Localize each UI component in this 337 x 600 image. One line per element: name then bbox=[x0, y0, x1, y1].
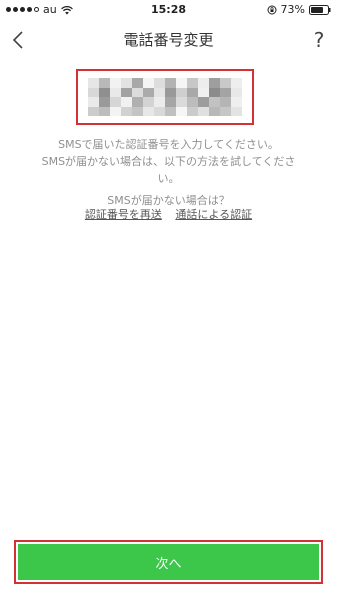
pixel-block bbox=[88, 97, 99, 107]
help-button[interactable]: ? bbox=[307, 26, 331, 54]
pixel-block bbox=[99, 87, 110, 97]
pixel-block bbox=[143, 87, 154, 97]
pixel-block bbox=[143, 78, 154, 88]
instruction-line: SMSで届いた認証番号を入力してください。 bbox=[58, 138, 279, 151]
resend-code-link[interactable]: 認証番号を再送 bbox=[85, 208, 162, 221]
pixel-block bbox=[209, 87, 220, 97]
pixel-block bbox=[231, 106, 242, 116]
pixel-block bbox=[121, 106, 132, 116]
pixel-block bbox=[187, 87, 198, 97]
next-button-highlight: 次へ bbox=[14, 540, 323, 584]
pixel-block bbox=[176, 78, 187, 88]
pixel-block bbox=[88, 78, 99, 88]
pixel-block bbox=[132, 106, 143, 116]
pixel-block bbox=[154, 87, 165, 97]
pixel-block bbox=[99, 78, 110, 88]
pixel-block bbox=[99, 97, 110, 107]
rotation-lock-icon bbox=[267, 5, 277, 14]
pixel-block bbox=[220, 106, 231, 116]
pixel-block bbox=[143, 106, 154, 116]
pixel-block bbox=[88, 87, 99, 97]
pixel-block bbox=[121, 78, 132, 88]
pixel-block bbox=[176, 97, 187, 107]
pixel-block bbox=[110, 106, 121, 116]
pixel-block bbox=[154, 78, 165, 88]
pixel-block bbox=[220, 87, 231, 97]
pixel-block bbox=[132, 87, 143, 97]
pixel-block bbox=[132, 97, 143, 107]
pixel-block bbox=[143, 97, 154, 107]
pixel-block bbox=[187, 78, 198, 88]
pixel-block bbox=[110, 87, 121, 97]
alternate-methods: 認証番号を再送 通話による認証 bbox=[0, 206, 337, 222]
pixel-block bbox=[165, 106, 176, 116]
instruction-line: SMSが届かない場合は、以下の方法を試してくださ bbox=[41, 155, 296, 168]
pixel-block bbox=[165, 97, 176, 107]
pixel-block bbox=[110, 78, 121, 88]
status-bar: au 15:28 73% bbox=[0, 0, 337, 20]
pixel-block bbox=[154, 97, 165, 107]
pixel-block bbox=[176, 87, 187, 97]
pixel-block bbox=[231, 97, 242, 107]
pixel-block bbox=[187, 97, 198, 107]
status-right: 73% bbox=[267, 3, 331, 16]
pixel-block bbox=[220, 97, 231, 107]
page-title: 電話番号変更 bbox=[123, 31, 214, 49]
pixel-block bbox=[121, 87, 132, 97]
pixel-block bbox=[110, 97, 121, 107]
instruction-line: い。 bbox=[157, 172, 180, 185]
pixel-block bbox=[220, 78, 231, 88]
pixel-block bbox=[209, 106, 220, 116]
pixel-block bbox=[198, 97, 209, 107]
pixel-block bbox=[209, 78, 220, 88]
pixel-block bbox=[165, 87, 176, 97]
pixel-block bbox=[231, 87, 242, 97]
verification-code-input[interactable] bbox=[76, 69, 254, 125]
pixel-block bbox=[121, 97, 132, 107]
pixel-block bbox=[187, 106, 198, 116]
pixel-block bbox=[231, 78, 242, 88]
pixel-block bbox=[209, 97, 220, 107]
battery-percentage: 73% bbox=[280, 3, 305, 16]
instructions: SMSで届いた認証番号を入力してください。 SMSが届かない場合は、以下の方法を… bbox=[0, 136, 337, 209]
pixel-block bbox=[198, 106, 209, 116]
nav-bar: 電話番号変更 ? bbox=[0, 20, 337, 60]
battery-icon bbox=[309, 4, 331, 15]
pixel-block bbox=[176, 106, 187, 116]
pixel-block bbox=[198, 87, 209, 97]
pixel-block bbox=[88, 106, 99, 116]
call-verification-link[interactable]: 通話による認証 bbox=[175, 208, 252, 221]
next-button[interactable]: 次へ bbox=[18, 544, 319, 580]
pixel-block bbox=[132, 78, 143, 88]
pixel-block bbox=[165, 78, 176, 88]
blurred-code-value bbox=[88, 78, 242, 116]
pixel-block bbox=[154, 106, 165, 116]
pixel-block bbox=[198, 78, 209, 88]
pixel-block bbox=[99, 106, 110, 116]
